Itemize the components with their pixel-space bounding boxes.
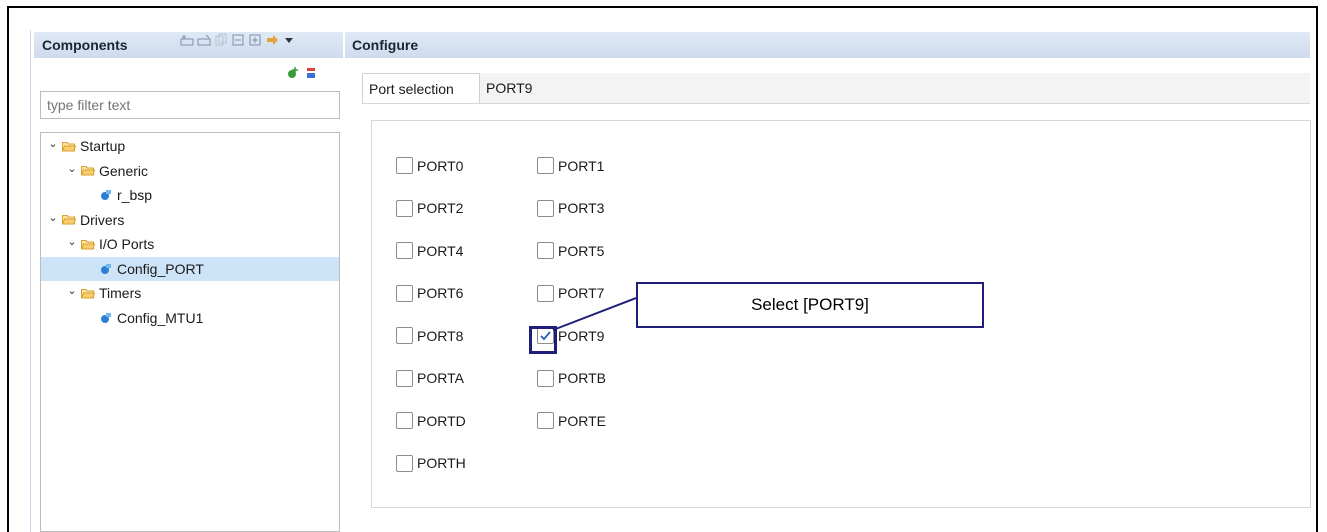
configure-header: Configure bbox=[345, 32, 1310, 58]
folder-icon bbox=[62, 215, 76, 225]
port-checkbox-port2[interactable]: PORT2 bbox=[396, 199, 464, 217]
checkbox-label: PORT8 bbox=[417, 327, 464, 344]
port-checkbox-port6[interactable]: PORT6 bbox=[396, 284, 464, 302]
checkbox-label: PORT3 bbox=[558, 200, 605, 216]
port-checkbox-portd[interactable]: PORTD bbox=[396, 412, 466, 429]
component-icon bbox=[101, 263, 111, 274]
tree-item-label: Config_MTU1 bbox=[117, 309, 204, 326]
add-item-icon[interactable] bbox=[286, 66, 300, 80]
checkbox-label: PORTD bbox=[417, 412, 466, 429]
tab-label: Port selection bbox=[369, 80, 454, 97]
checkbox-box[interactable] bbox=[396, 369, 413, 387]
tree-item[interactable]: ⌄ Drivers bbox=[41, 208, 124, 232]
filter-input[interactable] bbox=[40, 91, 340, 119]
port-checkbox-portb[interactable]: PORTB bbox=[537, 369, 606, 387]
tree-item-label: Startup bbox=[80, 138, 126, 154]
checkbox-label: PORT1 bbox=[558, 157, 605, 174]
port-checkbox-port4[interactable]: PORT4 bbox=[396, 242, 463, 259]
checkbox-label: PORT0 bbox=[417, 157, 464, 174]
folder-icon bbox=[81, 288, 95, 298]
tree-item[interactable]: r_bsp bbox=[41, 183, 152, 207]
checkbox-box[interactable] bbox=[537, 199, 554, 217]
checkbox-box[interactable] bbox=[396, 454, 413, 472]
checkbox-label: PORT7 bbox=[558, 285, 605, 301]
checkbox-label: PORT4 bbox=[417, 242, 464, 259]
chevron-down-icon[interactable]: ⌄ bbox=[47, 212, 59, 227]
checkbox-box[interactable] bbox=[537, 369, 554, 387]
tree-item-label: Drivers bbox=[80, 211, 125, 228]
checkbox-box[interactable] bbox=[396, 284, 413, 302]
checkbox-label: PORT2 bbox=[417, 200, 464, 216]
checkbox-box[interactable] bbox=[537, 412, 554, 429]
components-sub-toolbar bbox=[286, 66, 318, 80]
component-icon bbox=[101, 312, 111, 323]
port-checkbox-port3[interactable]: PORT3 bbox=[537, 199, 605, 217]
checkbox-label: PORTH bbox=[417, 455, 466, 471]
chevron-down-icon[interactable]: ⌄ bbox=[66, 163, 78, 178]
checkbox-box[interactable] bbox=[537, 284, 554, 302]
remove-component-icon[interactable] bbox=[197, 33, 211, 47]
collapse-all-icon[interactable] bbox=[231, 33, 245, 47]
tab-label: PORT9 bbox=[486, 80, 533, 96]
component-tree: ⌄ Startup ⌄ Generic r_bsp ⌄ Drivers ⌄ I/O Ports C… bbox=[40, 132, 340, 532]
components-panel: Components ⌄Startup⌄Ge bbox=[30, 30, 344, 532]
chevron-down-icon[interactable]: ⌄ bbox=[66, 237, 78, 251]
expand-all-icon[interactable] bbox=[248, 33, 262, 47]
tab-port-selection[interactable]: Port selection bbox=[362, 73, 480, 103]
port-checkbox-port5[interactable]: PORT5 bbox=[537, 242, 604, 259]
tree-item[interactable]: Config_MTU1 bbox=[41, 306, 203, 330]
port-checkbox-porth[interactable]: PORTH bbox=[396, 454, 466, 472]
checkbox-box[interactable] bbox=[396, 242, 413, 259]
checkbox-box[interactable] bbox=[396, 157, 413, 174]
components-title: Components bbox=[42, 37, 128, 53]
chevron-down-icon[interactable]: ⌄ bbox=[66, 286, 78, 300]
checkbox-label: PORTA bbox=[417, 370, 464, 386]
tree-item-label: r_bsp bbox=[117, 187, 153, 203]
port-checkbox-port0[interactable]: PORT0 bbox=[396, 157, 463, 174]
checkbox-box[interactable] bbox=[396, 327, 413, 344]
checkbox-box[interactable] bbox=[396, 199, 413, 217]
add-component-icon[interactable] bbox=[180, 33, 194, 47]
copy-icon[interactable] bbox=[214, 33, 228, 47]
component-icon bbox=[101, 190, 111, 200]
configure-title: Configure bbox=[352, 37, 419, 53]
checkbox-label: PORTE bbox=[558, 412, 606, 429]
port-checkbox-porte[interactable]: PORTE bbox=[537, 412, 606, 429]
folder-icon bbox=[81, 239, 95, 249]
components-toolbar bbox=[180, 33, 296, 47]
checkbox-label: PORT5 bbox=[558, 242, 605, 259]
port-checkbox-porta[interactable]: PORTA bbox=[396, 369, 464, 387]
checkbox-box[interactable] bbox=[396, 412, 413, 429]
checkbox-box[interactable] bbox=[537, 157, 554, 174]
callout-text: Select [PORT9] bbox=[751, 295, 869, 314]
port-checkbox-port7[interactable]: PORT7 bbox=[537, 284, 605, 302]
tree-item[interactable]: ⌄ Timers bbox=[41, 281, 141, 305]
tab-bar: Port selection PORT9 bbox=[362, 73, 1310, 104]
link-icon[interactable] bbox=[265, 33, 279, 47]
tree-item-label: I/O Ports bbox=[99, 236, 155, 252]
checkbox-label: PORT9 bbox=[558, 327, 605, 344]
view-menu-icon[interactable] bbox=[282, 33, 296, 47]
folder-icon bbox=[62, 141, 76, 151]
port-checkbox-port1[interactable]: PORT1 bbox=[537, 157, 604, 174]
chevron-down-icon[interactable]: ⌄ bbox=[47, 139, 59, 153]
checkbox-label: PORTB bbox=[558, 370, 606, 386]
tree-item[interactable]: Config_PORT bbox=[41, 256, 339, 281]
remove-item-icon[interactable] bbox=[304, 66, 318, 80]
port-checkbox-port8[interactable]: PORT8 bbox=[396, 327, 463, 344]
annotation-callout: Select [PORT9] bbox=[636, 282, 984, 328]
checkbox-label: PORT6 bbox=[417, 285, 464, 301]
tree-item[interactable]: ⌄ Startup bbox=[41, 134, 125, 158]
tree-item[interactable]: ⌄ I/O Ports bbox=[41, 232, 154, 256]
tree-item-label: Timers bbox=[99, 285, 142, 301]
annotation-highlight bbox=[529, 326, 557, 354]
tab-port9[interactable]: PORT9 bbox=[480, 73, 552, 103]
folder-icon bbox=[81, 166, 95, 176]
checkbox-box[interactable] bbox=[537, 242, 554, 259]
tree-item-label: Generic bbox=[99, 162, 149, 179]
tree-item-label: Config_PORT bbox=[117, 260, 204, 277]
tree-item[interactable]: ⌄ Generic bbox=[41, 159, 148, 183]
